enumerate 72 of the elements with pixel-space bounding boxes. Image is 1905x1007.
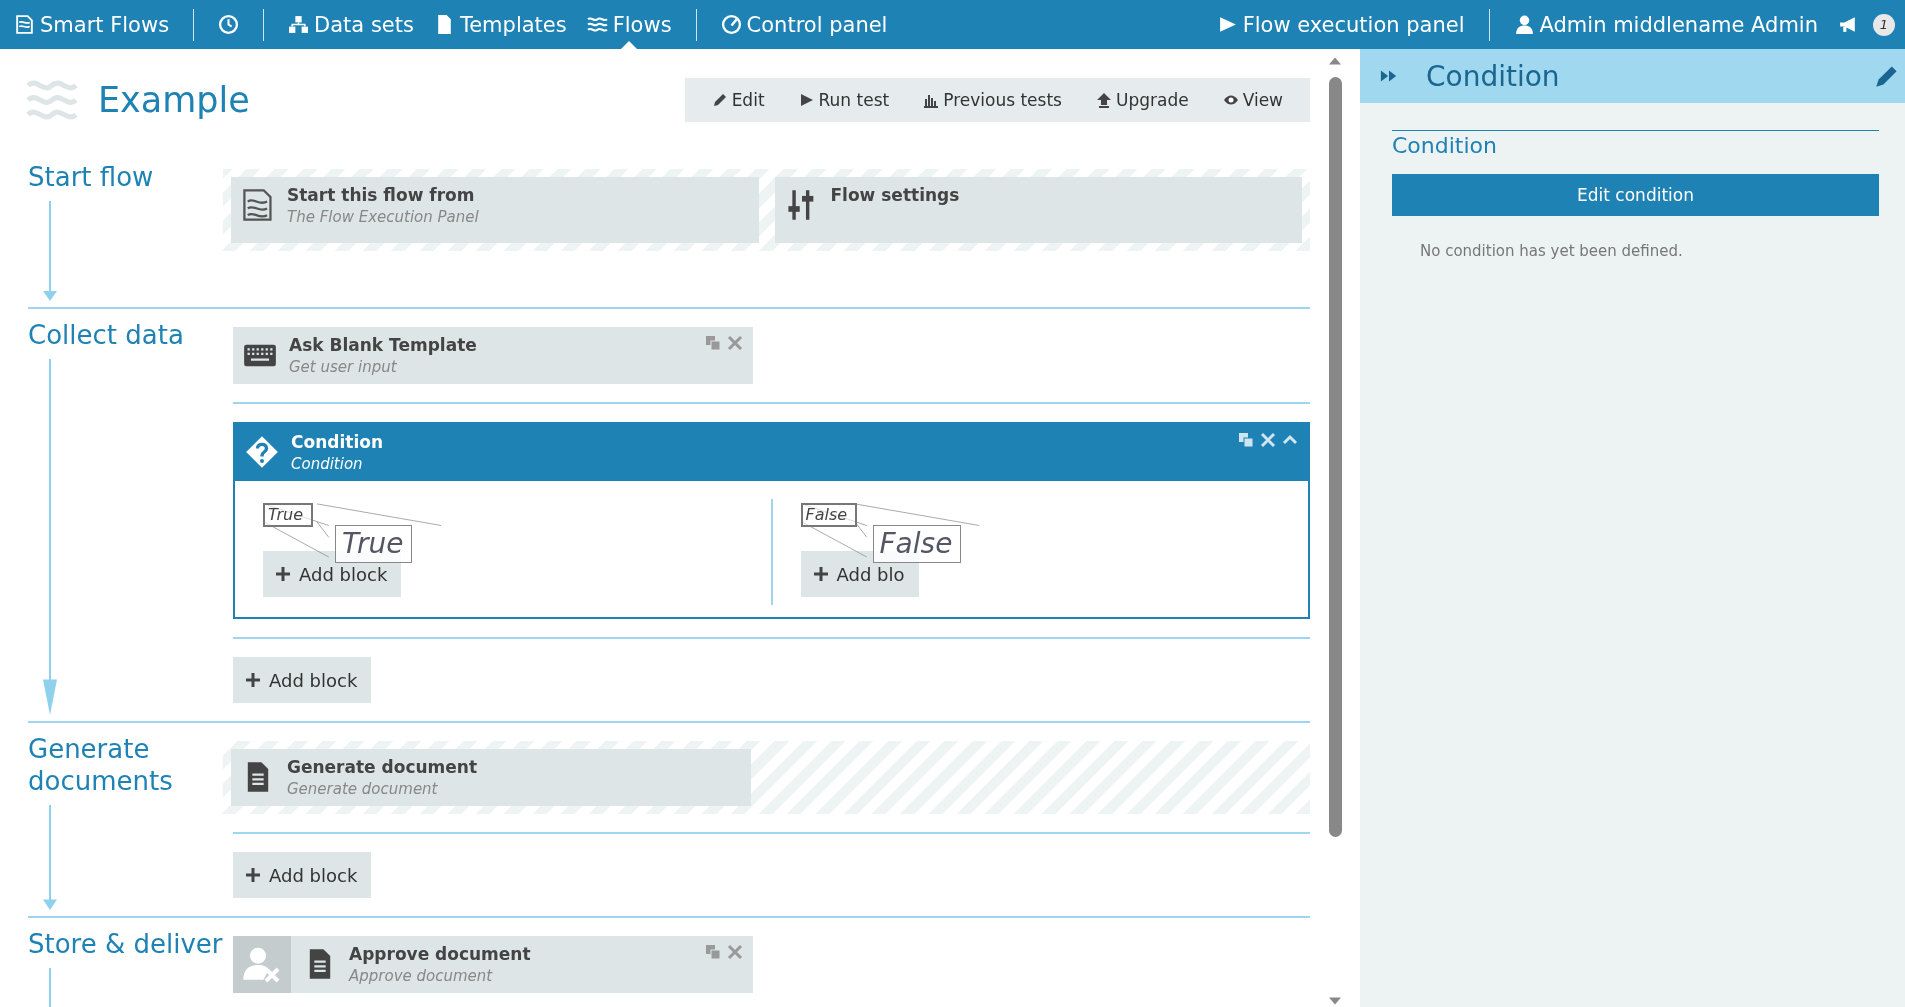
block-subtitle: Get user input <box>289 358 398 376</box>
section-title: Start flow <box>28 161 155 193</box>
upgrade-button[interactable]: Upgrade <box>1078 78 1206 122</box>
edit-button[interactable]: Edit <box>694 78 782 122</box>
branch-callout: False <box>872 525 962 563</box>
user-menu[interactable]: Admin middlename Admin <box>1503 0 1828 49</box>
flow-block[interactable]: Ask Blank Template Get user input <box>233 327 753 384</box>
clock-icon <box>218 14 240 35</box>
block-title: Generate document <box>287 757 479 777</box>
block-subtitle: The Flow Execution Panel <box>287 208 480 226</box>
upload-arrow-icon <box>1095 92 1112 108</box>
block-title: Start this flow from <box>287 185 476 205</box>
gauge-icon <box>720 14 742 35</box>
flow-execution-link[interactable]: Flow execution panel <box>1206 0 1475 49</box>
plus-icon <box>245 867 261 883</box>
nav-link[interactable]: Control panel <box>710 0 898 49</box>
close-icon[interactable] <box>727 335 743 351</box>
flow-block[interactable]: Approve document Approve document <box>233 936 753 993</box>
waves-icon <box>26 77 78 123</box>
flow-block[interactable]: Generate document Generate document <box>231 749 751 806</box>
nav-link[interactable]: Flows <box>576 0 682 49</box>
block-subtitle: Condition <box>291 455 364 473</box>
copy-icon[interactable] <box>705 944 721 960</box>
scroll-down-icon[interactable] <box>1329 997 1341 1005</box>
close-icon[interactable] <box>727 944 743 960</box>
question-diamond-icon <box>245 435 279 469</box>
scroll-up-icon[interactable] <box>1329 57 1341 65</box>
copy-icon[interactable] <box>1238 432 1254 448</box>
play-icon <box>798 92 815 108</box>
bar-chart-icon <box>923 92 940 108</box>
plus-icon <box>812 566 829 582</box>
block-title: Flow settings <box>830 185 961 205</box>
plus-icon <box>275 566 291 582</box>
flow-title: Example <box>98 80 250 120</box>
plus-icon <box>245 672 261 688</box>
block-subtitle: Generate document <box>287 780 439 798</box>
brand-link[interactable]: Smart Flows <box>14 0 180 49</box>
block-title: Condition <box>291 432 384 452</box>
section-title: Collect data <box>28 319 185 351</box>
branch-callout: True <box>335 525 413 563</box>
branch-tag: True <box>263 503 314 527</box>
tests-button[interactable]: Previous tests <box>906 78 1079 122</box>
nav-link[interactable]: Templates <box>423 0 577 49</box>
notification-badge: 1 <box>1873 13 1895 36</box>
add-block-button[interactable]: Add block <box>233 852 372 898</box>
waves-icon <box>586 14 608 35</box>
flow-line <box>49 968 51 1007</box>
flow-block[interactable]: Flow settings <box>774 177 1302 243</box>
add-block-button[interactable]: Add block <box>233 657 372 703</box>
copy-icon[interactable] <box>705 335 721 351</box>
flow-document-icon <box>241 188 275 222</box>
run-button[interactable]: Run test <box>781 78 907 122</box>
flow-block[interactable]: Start this flow from The Flow Execution Panel <box>231 177 759 243</box>
panel-heading: Condition <box>1392 130 1879 158</box>
condition-header[interactable]: Condition Condition <box>235 424 1308 481</box>
user-icon <box>1513 14 1535 35</box>
edit-condition-button[interactable]: Edit condition <box>1392 174 1879 216</box>
block-title: Approve document <box>349 944 532 964</box>
hierarchy-icon <box>288 14 310 35</box>
view-button[interactable]: View <box>1205 78 1300 122</box>
branch-tag: False <box>800 503 858 527</box>
block-subtitle: Approve document <box>349 967 494 985</box>
flow-document-icon <box>14 14 35 35</box>
empty-message: No condition has yet been defined. <box>1420 242 1684 260</box>
nav-link[interactable]: Data sets <box>278 0 424 49</box>
section-title: Store & deliver <box>28 928 224 960</box>
panel-title: Condition <box>1426 59 1560 93</box>
pencil-icon <box>711 92 728 108</box>
block-title: Ask Blank Template <box>289 335 478 355</box>
section-title: Generate documents <box>28 733 174 797</box>
pencil-icon[interactable] <box>1875 64 1899 88</box>
fast-forward-icon[interactable] <box>1380 69 1398 83</box>
